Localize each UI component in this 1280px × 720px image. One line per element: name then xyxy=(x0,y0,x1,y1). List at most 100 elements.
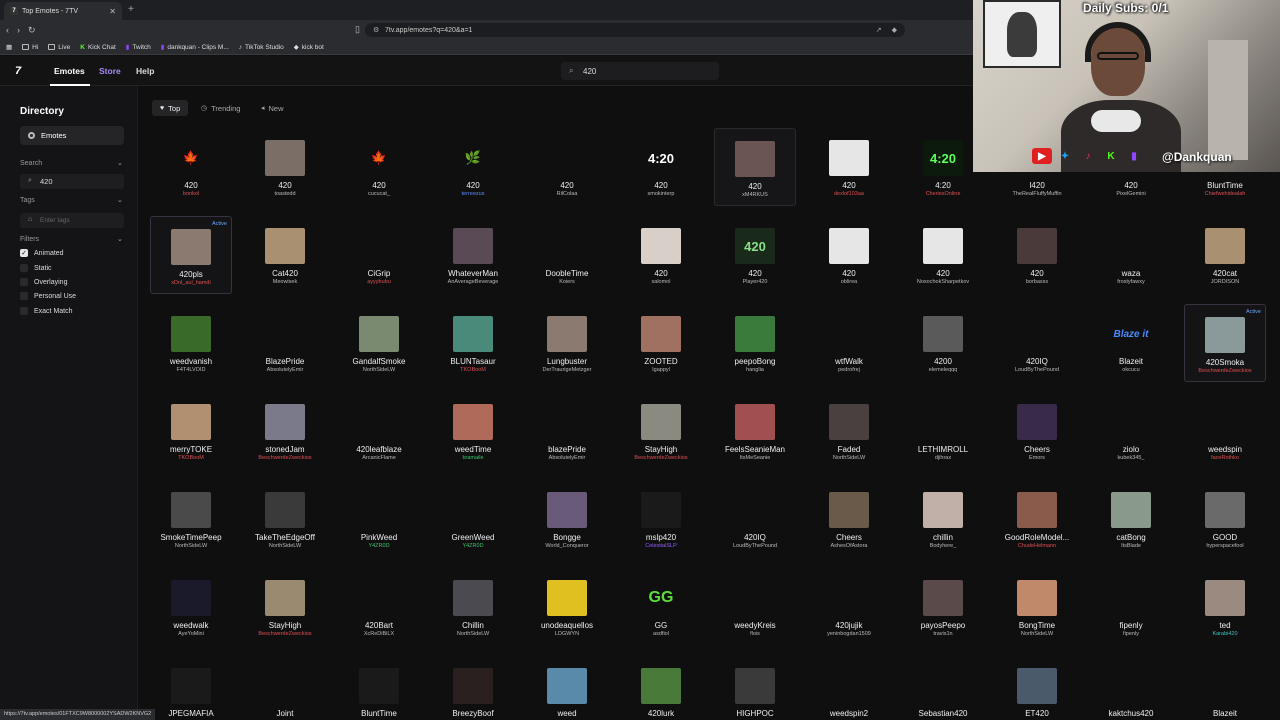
sidebar-search-input[interactable]: ⌕ 420 xyxy=(20,174,124,189)
emote-owner[interactable]: Meowisek xyxy=(244,279,326,285)
emote-owner[interactable]: BeschwerdeZweckios xyxy=(1185,368,1265,374)
emote-owner[interactable]: TKOBooM xyxy=(432,367,514,373)
emote-owner[interactable]: ayyybubu xyxy=(338,279,420,285)
forward-icon[interactable]: › xyxy=(17,25,20,35)
emote-owner[interactable]: bonkol xyxy=(150,191,232,197)
emote-owner[interactable]: DerTraurigeMetzger xyxy=(526,367,608,373)
emote-owner[interactable]: LDGWYN xyxy=(526,631,608,637)
emote-owner[interactable]: ChudeHelmann xyxy=(996,543,1078,549)
emote-card[interactable]: GreenWeed Y4ZR0D xyxy=(432,480,514,558)
emote-card[interactable]: unodeaquellos LDGWYN xyxy=(526,568,608,646)
emote-card[interactable]: BlazePride AbsolutelyEmir xyxy=(244,304,326,382)
emote-card[interactable]: 420 salomol xyxy=(620,216,702,294)
nav-help[interactable]: Help xyxy=(136,66,154,76)
emote-owner[interactable]: World_Conqueror xyxy=(526,543,608,549)
emote-card[interactable]: 4200 elemeleqqq xyxy=(902,304,984,382)
emote-owner[interactable]: frostyfawxy xyxy=(1090,279,1172,285)
emote-card[interactable]: 🌿 420 terreezus xyxy=(432,128,514,206)
emote-owner[interactable]: cucucat_ xyxy=(338,191,420,197)
emote-card[interactable]: StayHigh BeschwerdeZweckios xyxy=(244,568,326,646)
emote-card[interactable]: Sebastian420 xyxy=(902,656,984,720)
tab-new[interactable]: ◂ New xyxy=(253,100,292,116)
emote-owner[interactable]: LoudByThePound xyxy=(996,367,1078,373)
emote-card[interactable]: 420leafblaze ArcanicFlame xyxy=(338,392,420,470)
emote-owner[interactable]: toastedd xyxy=(244,191,326,197)
emote-card[interactable]: 420 NosochokSharpetkov xyxy=(902,216,984,294)
emote-card[interactable]: ziolo kubek345_ xyxy=(1090,392,1172,470)
reload-icon[interactable]: ↻ xyxy=(28,25,36,36)
emote-card[interactable]: Blaze it Blazeit okcucu xyxy=(1090,304,1172,382)
emote-card[interactable]: weedspin2 xyxy=(808,656,890,720)
back-icon[interactable]: ‹ xyxy=(6,25,9,35)
emote-card[interactable]: GG GG asdfiol xyxy=(620,568,702,646)
emote-owner[interactable]: NorthSideLW xyxy=(996,631,1078,637)
emote-card[interactable]: BreezyBoof xyxy=(432,656,514,720)
7tv-logo-icon[interactable]: 7 xyxy=(15,65,21,77)
emote-card[interactable]: BongTime NorthSideLW xyxy=(996,568,1078,646)
share-icon[interactable]: ↗ xyxy=(876,26,882,34)
nav-emotes[interactable]: Emotes xyxy=(54,66,85,76)
apps-icon[interactable]: ▦ xyxy=(6,43,12,51)
chevron-down-icon[interactable]: ⌄ xyxy=(117,196,123,204)
emote-owner[interactable]: AyeYoMini xyxy=(150,631,232,637)
emote-card[interactable]: 420cat JORDISON xyxy=(1184,216,1266,294)
emote-owner[interactable]: yeninbogdan1509 xyxy=(808,631,890,637)
emote-owner[interactable]: PixelGemini xyxy=(1090,191,1172,197)
emote-owner[interactable]: smokinterp xyxy=(620,191,702,197)
emote-card[interactable]: weedvanish F4T4LVOID xyxy=(150,304,232,382)
emote-card[interactable]: 420IQ LoudByThePound xyxy=(996,304,1078,382)
browser-tab[interactable]: 7 Top Emotes - 7TV ✕ xyxy=(4,2,122,20)
emote-owner[interactable]: ArcanicFlame xyxy=(338,455,420,461)
checkbox[interactable] xyxy=(20,292,28,300)
emote-owner[interactable]: CelestialSLP xyxy=(620,543,702,549)
address-bar[interactable]: ⚙ 7tv.app/emotes?q=420&a=1 ↗ ◆ xyxy=(365,23,905,37)
emote-card[interactable]: 420 borbasss xyxy=(996,216,1078,294)
emote-owner[interactable]: NorthSideLW xyxy=(808,455,890,461)
emote-card[interactable]: waza frostyfawxy xyxy=(1090,216,1172,294)
emote-card[interactable]: PinkWeed Y4ZR0D xyxy=(338,480,420,558)
emote-card[interactable]: stonedJam BeschwerdeZweckios xyxy=(244,392,326,470)
emote-owner[interactable]: RilColaa xyxy=(526,191,608,197)
emote-owner[interactable]: hanglia xyxy=(714,367,796,373)
emote-card[interactable]: 420jujik yeninbogdan1509 xyxy=(808,568,890,646)
bookmark-item[interactable]: ◆ kick bot xyxy=(294,43,324,52)
emote-card[interactable]: WhateverMan AnAverageBeverage xyxy=(432,216,514,294)
emote-owner[interactable]: NorthSideLW xyxy=(432,631,514,637)
emote-owner[interactable]: dexlof103aa xyxy=(808,191,890,197)
emote-owner[interactable]: flois xyxy=(714,631,796,637)
emote-owner[interactable]: salomol xyxy=(620,279,702,285)
emote-card[interactable]: TakeTheEdgeOff NorthSideLW xyxy=(244,480,326,558)
emote-owner[interactable]: TKOBooM xyxy=(150,455,232,461)
emote-owner[interactable]: AbsolutelyEmir xyxy=(526,455,608,461)
emote-card[interactable]: BluntTime xyxy=(338,656,420,720)
emote-owner[interactable]: oblirea xyxy=(808,279,890,285)
new-tab-icon[interactable]: + xyxy=(128,4,134,15)
bookmark-item[interactable]: ▮ dankquan - Clips M... xyxy=(161,43,229,52)
emote-owner[interactable]: terreezus xyxy=(432,191,514,197)
emote-owner[interactable]: LoudByThePound xyxy=(714,543,796,549)
emote-card[interactable]: ET420 xyxy=(996,656,1078,720)
emote-owner[interactable]: Y4ZR0D xyxy=(432,543,514,549)
chevron-down-icon[interactable]: ⌄ xyxy=(117,235,123,243)
emote-card[interactable]: JPEGMAFIA xyxy=(150,656,232,720)
emote-card[interactable]: wtfWalk pedrofrej xyxy=(808,304,890,382)
emote-card[interactable]: fipenly fipenly xyxy=(1090,568,1172,646)
emote-owner[interactable]: Emors xyxy=(996,455,1078,461)
emote-card[interactable]: Cheers Emors xyxy=(996,392,1078,470)
bookmark-item[interactable]: ♪ TikTok Studio xyxy=(239,44,284,51)
emote-owner[interactable]: Bodyhere_ xyxy=(902,543,984,549)
emote-owner[interactable]: kubek345_ xyxy=(1090,455,1172,461)
emote-card[interactable]: Chillin NorthSideLW xyxy=(432,568,514,646)
site-info-icon[interactable]: ⚙ xyxy=(373,26,379,34)
emote-card[interactable]: weedTime bramaile xyxy=(432,392,514,470)
tags-input[interactable]: ⌂ Enter tags xyxy=(20,213,124,228)
emote-card[interactable]: 420 RilColaa xyxy=(526,128,608,206)
emote-owner[interactable]: NorthSideLW xyxy=(244,543,326,549)
filter-personal-use[interactable]: Personal Use xyxy=(20,292,76,300)
checkbox[interactable] xyxy=(20,278,28,286)
emote-owner[interactable]: elemeleqqq xyxy=(902,367,984,373)
filter-exact-match[interactable]: Exact Match xyxy=(20,307,73,315)
shield-icon[interactable]: ◆ xyxy=(892,26,897,34)
emote-card[interactable]: Bongge World_Conqueror xyxy=(526,480,608,558)
emote-owner[interactable]: F4T4LVOID xyxy=(150,367,232,373)
